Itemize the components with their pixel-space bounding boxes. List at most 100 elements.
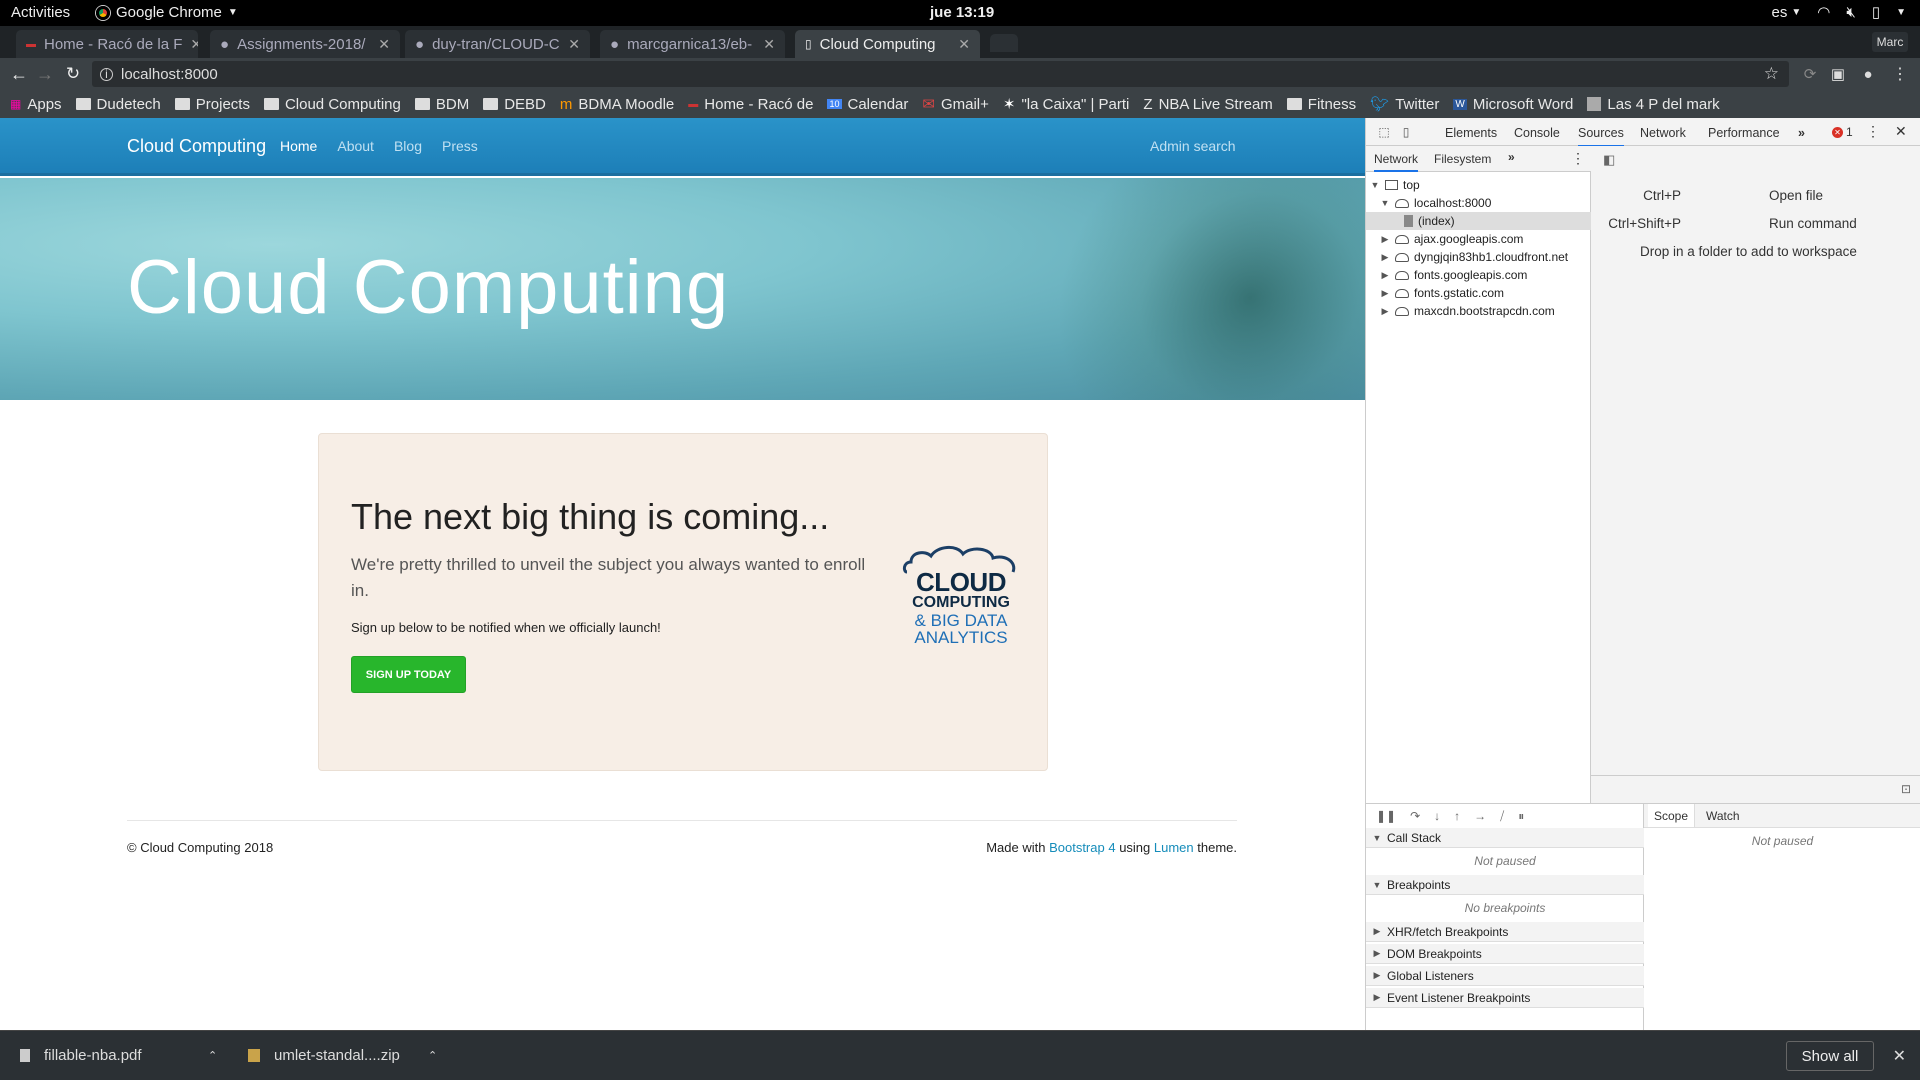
github-icon: ● [415,35,425,53]
clock[interactable]: jue 13:19 [930,4,994,21]
bookmark-link[interactable]: W Microsoft Word [1453,96,1573,113]
pause-on-exceptions-icon[interactable]: ⏸ [1518,809,1524,824]
extension-icon[interactable]: ▣ [1828,64,1848,84]
tree-item-index[interactable]: (index) [1366,212,1591,230]
toggle-debugger-icon[interactable]: ⊡ [1901,782,1911,796]
tab-performance[interactable]: Performance [1708,126,1780,140]
bookmark-link[interactable]: ✶ "la Caixa" | Parti [1003,95,1130,114]
subtab-network[interactable]: Network [1374,152,1419,172]
tab-watch[interactable]: Watch [1706,809,1740,823]
close-icon[interactable]: ✕ [1893,1046,1906,1066]
close-icon[interactable]: ✕ [378,36,390,53]
close-icon[interactable]: ✕ [763,36,775,53]
more-tabs-icon[interactable]: » [1798,126,1805,140]
bookmark-folder[interactable]: DEBD [483,96,546,113]
tab-console[interactable]: Console [1514,126,1560,140]
bookmark-link[interactable]: Las 4 P del mark [1587,96,1720,113]
menu-icon[interactable]: ⋮ [1890,64,1910,84]
tree-item-top[interactable]: ▼ top [1366,176,1591,194]
forward-icon[interactable]: → [34,63,56,85]
bookmark-folder[interactable]: Cloud Computing [263,96,401,113]
close-icon[interactable]: ✕ [190,36,198,53]
card-signup-text: Sign up below to be notified when we off… [351,620,661,635]
reload-icon[interactable]: ↻ [62,63,84,85]
bookmark-link[interactable]: m BDMA Moodle [560,96,674,113]
tab-network[interactable]: Network [1640,126,1686,140]
device-toolbar-icon[interactable]: ▯ [1398,124,1414,140]
section-event-listener-breakpoints[interactable]: ▶ Event Listener Breakpoints [1366,988,1644,1008]
bookmark-link[interactable]: 🐦︎ Twitter [1370,95,1439,114]
toggle-navigator-icon[interactable]: ◧ [1603,152,1615,168]
step-into-icon[interactable]: ↓ [1434,809,1440,823]
download-item[interactable]: umlet-standal....zip ⌃ [248,1047,437,1064]
devtools-menu-icon[interactable]: ⋮ [1866,123,1880,140]
subtab-filesystem[interactable]: Filesystem [1434,152,1491,166]
lumen-link[interactable]: Lumen [1154,840,1194,855]
system-tray[interactable]: es ▼ ◠ 🔇︎ ▯ ▼ [1772,3,1906,22]
activities-button[interactable]: Activities [11,4,70,21]
navigator-menu-icon[interactable]: ⋮ [1571,150,1585,167]
tab-raco[interactable]: ▬ Home - Racó de la F ✕ [16,30,198,58]
address-bar[interactable]: i localhost:8000 ☆ [92,61,1789,87]
bootstrap-link[interactable]: Bootstrap 4 [1049,840,1116,855]
back-icon[interactable]: ← [8,63,30,85]
chevron-up-icon[interactable]: ⌃ [208,1049,217,1062]
more-tabs-icon[interactable]: » [1508,150,1515,164]
close-icon[interactable]: ✕ [568,36,580,53]
inspect-icon[interactable]: ⬚ [1376,124,1392,140]
error-counter[interactable]: ✕ 1 [1832,125,1853,139]
pause-icon[interactable]: ❚❚ [1376,809,1396,823]
tab-duy-tran[interactable]: ● duy-tran/CLOUD-C ✕ [405,30,590,58]
bookmark-link[interactable]: Z NBA Live Stream [1143,96,1272,113]
step-icon[interactable]: → [1474,809,1486,823]
close-icon[interactable]: ✕ [958,36,970,53]
section-call-stack[interactable]: ▼ Call Stack [1366,828,1644,848]
step-out-icon[interactable]: ↑ [1454,809,1460,823]
section-breakpoints[interactable]: ▼ Breakpoints [1366,875,1644,895]
extension-icon[interactable]: ● [1858,64,1878,84]
bookmark-link[interactable]: ✉ Gmail+ [922,95,989,114]
download-item[interactable]: fillable-nba.pdf ⌃ [20,1047,217,1064]
nav-home[interactable]: Home [280,138,317,154]
tab-cloud-computing[interactable]: ▯ Cloud Computing ✕ [795,30,980,58]
profile-button[interactable]: Marc [1872,32,1908,52]
app-menu[interactable]: Google Chrome ▼ [96,4,238,21]
bookmark-folder[interactable]: Projects [174,96,250,113]
bookmark-link[interactable]: ▬ Home - Racó de [688,96,813,113]
bookmark-folder[interactable]: Dudetech [75,96,161,113]
tree-item-domain[interactable]: ▶ fonts.gstatic.com [1366,284,1591,302]
bookmark-apps[interactable]: ▦ Apps [10,96,62,113]
tree-item-localhost[interactable]: ▼ localhost:8000 [1366,194,1591,212]
admin-search-link[interactable]: Admin search [1150,138,1236,154]
signup-button[interactable]: SIGN UP TODAY [351,656,466,693]
nav-press[interactable]: Press [442,138,478,154]
tab-elements[interactable]: Elements [1445,126,1497,140]
nav-about[interactable]: About [337,138,374,154]
tab-assignments[interactable]: ● Assignments-2018/ ✕ [210,30,400,58]
section-global-listeners[interactable]: ▶ Global Listeners [1366,966,1644,986]
tree-item-domain[interactable]: ▶ maxcdn.bootstrapcdn.com [1366,302,1591,320]
section-dom-breakpoints[interactable]: ▶ DOM Breakpoints [1366,944,1644,964]
deactivate-breakpoints-icon[interactable]: ⧸ [1500,809,1504,824]
section-xhr-breakpoints[interactable]: ▶ XHR/fetch Breakpoints [1366,922,1644,942]
tree-item-domain[interactable]: ▶ dyngjqin83hb1.cloudfront.net [1366,248,1591,266]
navbar-brand[interactable]: Cloud Computing [127,136,266,157]
language-indicator[interactable]: es [1772,4,1788,21]
tab-sources[interactable]: Sources [1578,126,1624,147]
close-icon[interactable]: ✕ [1895,123,1907,140]
chevron-up-icon[interactable]: ⌃ [428,1049,437,1062]
nav-blog[interactable]: Blog [394,138,422,154]
tree-item-domain[interactable]: ▶ fonts.googleapis.com [1366,266,1591,284]
show-all-button[interactable]: Show all [1786,1041,1874,1071]
bookmark-link[interactable]: 10 Calendar [827,96,908,113]
tab-marcgarnica[interactable]: ● marcgarnica13/eb- ✕ [600,30,785,58]
bookmark-folder[interactable]: Fitness [1286,96,1356,113]
bookmark-folder[interactable]: BDM [414,96,469,113]
tab-scope[interactable]: Scope [1648,804,1696,827]
logo-line-3: & BIG DATA [914,611,1008,630]
tree-item-domain[interactable]: ▶ ajax.googleapis.com [1366,230,1591,248]
new-tab-button[interactable] [990,34,1018,52]
bookmark-star-icon[interactable]: ☆ [1764,64,1779,84]
extension-icon[interactable]: ⟳ [1800,64,1820,84]
step-over-icon[interactable]: ↷ [1410,809,1420,823]
